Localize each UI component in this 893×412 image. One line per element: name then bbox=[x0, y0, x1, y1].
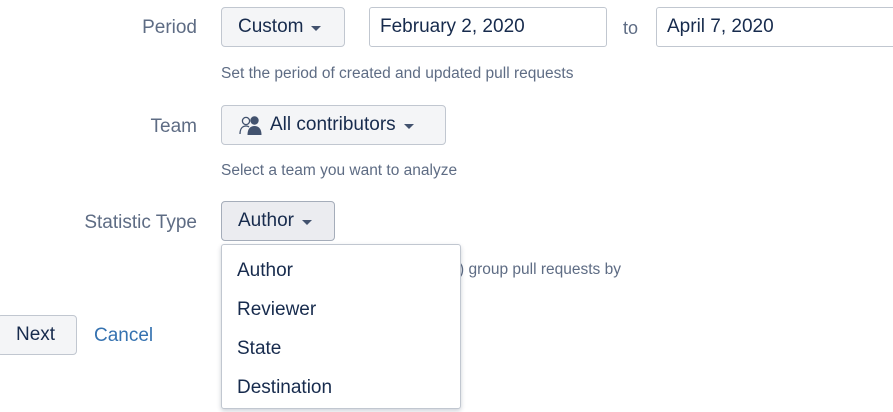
period-select-button[interactable]: Custom bbox=[221, 7, 345, 47]
next-button[interactable]: Next bbox=[0, 315, 77, 355]
team-help-text: Select a team you want to analyze bbox=[221, 162, 458, 179]
period-label: Period bbox=[142, 17, 197, 38]
cancel-link[interactable]: Cancel bbox=[94, 325, 153, 347]
chevron-down-icon bbox=[311, 25, 322, 31]
to-label: to bbox=[623, 18, 639, 38]
team-select-value: All contributors bbox=[270, 114, 396, 135]
chevron-down-icon bbox=[301, 219, 312, 225]
statistic-type-help-text: ) group pull requests by bbox=[459, 261, 621, 278]
start-date-input[interactable] bbox=[369, 7, 607, 47]
team-select-button[interactable]: All contributors bbox=[221, 105, 446, 145]
dropdown-option-state[interactable]: State bbox=[222, 329, 460, 368]
team-icon bbox=[238, 114, 264, 136]
statistic-type-label: Statistic Type bbox=[84, 212, 197, 233]
next-button-label: Next bbox=[16, 324, 56, 345]
dropdown-option-destination[interactable]: Destination bbox=[222, 368, 460, 407]
statistic-type-dropdown-menu: Author Reviewer State Destination bbox=[221, 244, 461, 409]
chevron-down-icon bbox=[403, 123, 414, 129]
team-label: Team bbox=[150, 116, 197, 137]
dropdown-option-reviewer[interactable]: Reviewer bbox=[222, 290, 460, 329]
dropdown-option-author[interactable]: Author bbox=[222, 251, 460, 290]
end-date-input[interactable] bbox=[656, 7, 893, 47]
period-select-value: Custom bbox=[238, 16, 304, 37]
statistic-type-select-value: Author bbox=[238, 210, 294, 231]
pull-request-report-form: Period Custom to Set the period of creat… bbox=[0, 0, 893, 412]
statistic-type-select-button[interactable]: Author bbox=[221, 201, 335, 241]
period-help-text: Set the period of created and updated pu… bbox=[221, 65, 574, 82]
